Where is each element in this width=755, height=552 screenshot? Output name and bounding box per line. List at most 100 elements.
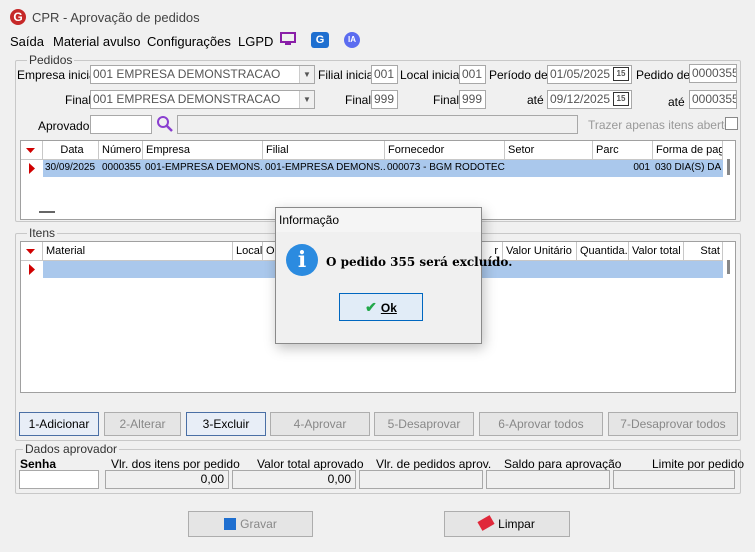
col-header-status[interactable]: Stat [684,242,723,261]
filial-final-label: Final [345,93,372,107]
empresa-final-label: Final [65,93,92,107]
cell-fornecedor: 000073 - BGM RODOTEC... [387,162,505,173]
save-icon [224,518,237,530]
filial-inicial-label: Filial inicial [318,68,377,82]
gravar-button[interactable]: Gravar [188,511,313,537]
col-header-empresa[interactable]: Empresa [143,141,263,160]
info-dialog: Informação i O pedido 355 será excluído.… [275,207,512,344]
col-header-quantidade[interactable]: Quantida... [577,242,629,261]
limite-label: Limite por pedido [652,457,745,471]
limpar-label: Limpar [498,517,535,531]
saldo-label: Saldo para aprovação [504,457,622,471]
brand-icon[interactable]: G [311,32,329,48]
ai-icon[interactable]: IA [344,32,360,48]
filial-inicial-input[interactable]: 001 [371,65,398,84]
empresa-final-value: 001 EMPRESA DEMONSTRACAO [93,92,281,106]
local-final-input[interactable]: 999 [459,90,486,109]
menu-material-avulso[interactable]: Material avulso [53,34,140,49]
col-header-material[interactable]: Material [43,242,233,261]
periodo-ate-label: até [527,93,544,107]
search-icon[interactable] [155,114,175,134]
cell-forma-pagamento: 030 DIA(S) DA [655,162,722,173]
dialog-message: O pedido 355 será excluído. [326,255,513,269]
check-icon: ✔ [365,299,377,315]
menu-saida[interactable]: Saída [10,34,44,49]
row-marker [21,160,43,177]
table-row[interactable]: 30/09/2025 0000355 001-EMPRESA DEMONS...… [43,160,723,177]
menu-bar: Saída Material avulso Configurações LGPD… [0,32,755,50]
col-header-data[interactable]: Data [43,141,99,160]
alterar-button[interactable]: 2-Alterar [104,412,181,436]
pedido-ate-input[interactable]: 0000355 [689,90,737,109]
col-header-forma-pagamento[interactable]: Forma de paga [653,141,723,160]
local-final-label: Final [433,93,460,107]
empresa-inicial-value: 001 EMPRESA DEMONSTRACAO [93,67,281,81]
adicionar-button[interactable]: 1-Adicionar [19,412,99,436]
aprovador-input[interactable] [90,115,152,134]
empresa-inicial-combo[interactable]: 001 EMPRESA DEMONSTRACAO ▼ [90,65,315,84]
local-inicial-input[interactable]: 001 [459,65,486,84]
col-header-setor[interactable]: Setor [505,141,593,160]
valor-total-value: 0,00 [232,470,356,489]
excluir-button[interactable]: 3-Excluir [186,412,266,436]
calendar-icon[interactable]: 15 [613,92,629,106]
dados-aprovador-title: Dados aprovador [23,442,120,456]
col-header-parc[interactable]: Parc [593,141,653,160]
cell-numero: 0000355 [102,162,141,173]
empresa-final-combo[interactable]: 001 EMPRESA DEMONSTRACAO ▼ [90,90,315,109]
info-icon: i [286,244,318,276]
ok-button[interactable]: ✔ Ok [339,293,423,321]
senha-label: Senha [20,457,57,471]
col-header-local[interactable]: Local [233,242,263,261]
vertical-scrollbar[interactable] [727,159,730,175]
aprovador-label: Aprovador [38,119,94,133]
pedidos-group-title: Pedidos [27,53,75,67]
chevron-down-icon[interactable]: ▼ [299,66,314,83]
col-header-filial[interactable]: Filial [263,141,385,160]
cell-parc: 001 [633,162,650,173]
monitor-icon[interactable] [279,32,297,48]
pedido-de-input[interactable]: 0000355 [689,64,737,83]
limite-value [613,470,735,489]
cell-filial: 001-EMPRESA DEMONS... [265,162,385,173]
aprovador-name-field [177,115,578,134]
col-header-valor-unitario[interactable]: Valor Unitário [503,242,577,261]
ok-label: Ok [380,301,397,315]
local-inicial-label: Local inicial [400,68,463,82]
saldo-value [486,470,610,489]
trazer-abertos-checkbox[interactable] [725,117,738,130]
filial-final-input[interactable]: 999 [371,90,398,109]
pedido-ate-label: até [668,95,685,109]
col-header-valor-total[interactable]: Valor total [629,242,684,261]
gravar-label: Gravar [240,517,277,531]
periodo-de-input[interactable]: 01/05/2025 15 [547,65,632,84]
itens-group-title: Itens [27,226,58,240]
limpar-button[interactable]: Limpar [444,511,570,537]
grid-header-marker [21,242,43,261]
grid-header-marker [21,141,43,160]
menu-configuracoes[interactable]: Configurações [147,34,231,49]
app-logo-icon: G [10,9,26,25]
cell-setor [505,160,593,177]
menu-lgpd[interactable]: LGPD [238,34,273,49]
horizontal-scrollbar[interactable] [39,211,55,213]
cell-empresa: 001-EMPRESA DEMONS... [145,162,263,173]
window-title: CPR - Aprovação de pedidos [32,10,200,25]
periodo-label: Período de [489,68,548,82]
periodo-de-value: 01/05/2025 [550,67,611,81]
title-bar: G CPR - Aprovação de pedidos [0,0,755,32]
desaprovar-button[interactable]: 5-Desaprovar [374,412,474,436]
calendar-icon[interactable]: 15 [613,67,629,81]
aprovar-todos-button[interactable]: 6-Aprovar todos [479,412,603,436]
chevron-down-icon[interactable]: ▼ [299,91,314,108]
pedido-de-label: Pedido de [636,68,691,82]
aprovar-button[interactable]: 4-Aprovar [270,412,370,436]
col-header-fornecedor[interactable]: Fornecedor [385,141,505,160]
row-marker [21,261,43,278]
vlr-itens-label: Vlr. dos itens por pedido [111,457,240,471]
vertical-scrollbar[interactable] [727,260,730,274]
desaprovar-todos-button[interactable]: 7-Desaprovar todos [608,412,738,436]
col-header-numero[interactable]: Número [99,141,143,160]
senha-input[interactable] [19,470,99,489]
periodo-ate-input[interactable]: 09/12/2025 15 [547,90,632,109]
